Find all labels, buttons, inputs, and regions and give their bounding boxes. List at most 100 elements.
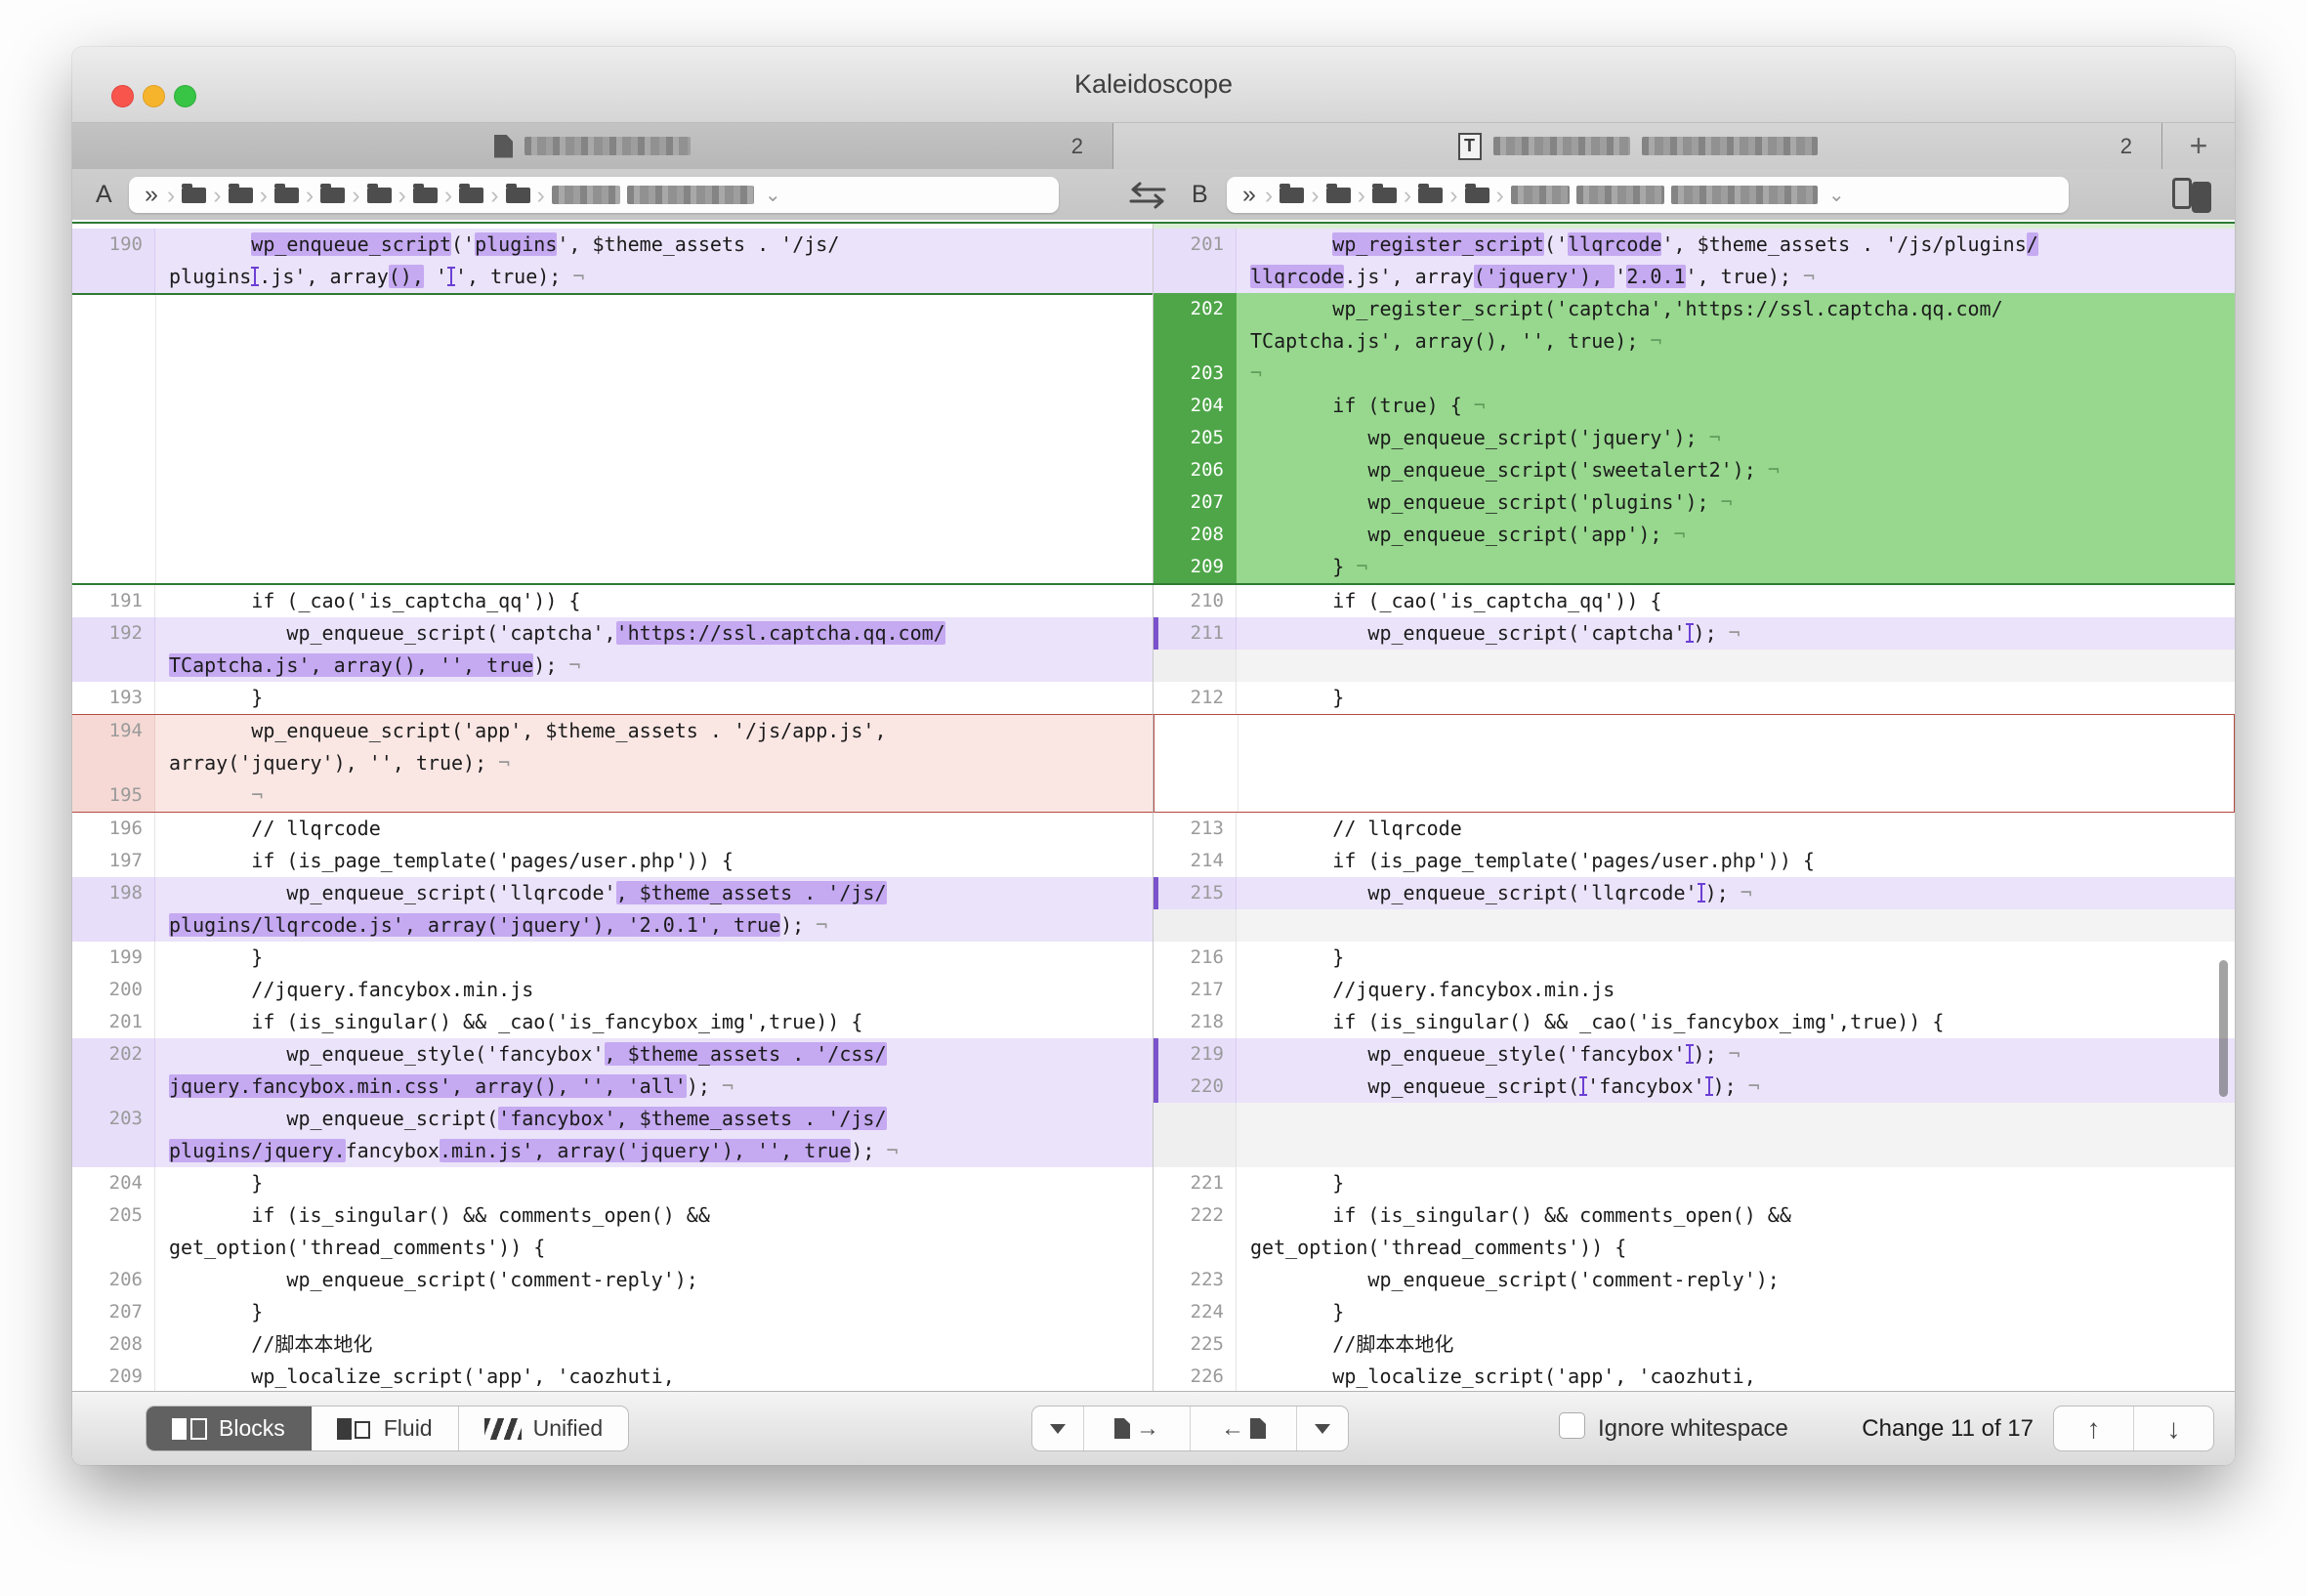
code-text: wp_enqueue_script('fancybox'); ¬ [1237,1071,2235,1103]
diff-block-change[interactable]: 202 wp_enqueue_style('fancybox', $theme_… [72,1038,2235,1167]
code-text: //脚本本地化 [155,1328,1153,1361]
pane-b-cell [1154,714,2235,813]
redacted-path-text [1671,186,1818,204]
pane-a-cell: 190 wp_enqueue_script('plugins', $theme_… [72,224,1154,583]
previous-change-button[interactable]: ↑ [2054,1407,2134,1450]
code-text: // llqrcode [155,813,1153,845]
diff-block-same: 207 }224 } [72,1296,2235,1328]
titlebar[interactable]: Kaleidoscope [72,47,2235,123]
pane-a-cell: 196 // llqrcode [72,813,1154,845]
edit-caret-icon [447,266,455,287]
code-text: if (is_singular() && _cao('is_fancybox_i… [155,1006,1153,1038]
pilcrow-mark: ¬ [1474,394,1486,417]
swap-sides-icon[interactable] [1125,182,1170,209]
breadcrumb-a[interactable]: »›››››››››⌄ [129,177,1059,213]
diff-block-same: 201 if (is_singular() && _cao('is_fancyb… [72,1006,2235,1038]
code-row: 209 wp_localize_script('app', 'caozhuti, [72,1361,1153,1393]
line-number [1154,1232,1237,1264]
code-row: 202 wp_register_script('captcha','https:… [1154,293,2235,325]
diff-block-change[interactable]: 198 wp_enqueue_script('llqrcode', $theme… [72,877,2235,942]
code-text: wp_enqueue_script('plugins'); ¬ [1237,486,2235,519]
edit-caret-icon [1579,1075,1587,1097]
scrollbar-thumb[interactable] [2219,960,2228,1097]
code-row: 224 } [1154,1296,2235,1328]
diff-block-change[interactable]: 192 wp_enqueue_script('captcha','https:/… [72,617,2235,682]
code-row: 216 } [1154,942,2235,974]
diff-block-same: 208 //脚本本地化225 //脚本本地化 [72,1328,2235,1361]
line-number: 202 [72,1038,155,1071]
code-row: 208 wp_enqueue_script('app'); ¬ [1154,519,2235,551]
chevron-right-icon: › [537,181,545,210]
copy-left-options-button[interactable] [1297,1407,1348,1450]
line-number: 208 [1154,519,1237,551]
code-text: wp_enqueue_script('app', $theme_assets .… [155,715,1153,747]
line-number: 209 [1154,551,1237,583]
code-row: 190 wp_enqueue_script('plugins', $theme_… [72,229,1153,261]
pilcrow-mark: ¬ [887,1139,899,1162]
code-row [1154,650,2235,682]
view-mode-fluid[interactable]: Fluid [312,1407,459,1450]
redacted-tab-title [524,137,691,155]
code-text: } [155,942,1153,974]
code-row [1154,909,2235,942]
diff-block-current[interactable]: 190 wp_enqueue_script('plugins', $theme_… [72,222,2235,585]
code-text: plugins/jquery.fancybox.min.js', array('… [155,1135,1153,1167]
window-title: Kaleidoscope [72,47,2235,122]
redacted-path-text [1576,186,1664,204]
pane-a-cell: 197 if (is_page_template('pages/user.php… [72,845,1154,877]
tab-comparison-1[interactable]: 2 [72,123,1113,169]
unified-view-icon [484,1418,522,1440]
chevron-right-icon: › [260,181,268,210]
copy-to-left-button[interactable]: ← [1191,1407,1297,1450]
copy-right-options-button[interactable] [1032,1407,1084,1450]
code-row: 205 wp_enqueue_script('jquery'); ¬ [1154,422,2235,454]
code-row: 218 if (is_singular() && _cao('is_fancyb… [1154,1006,2235,1038]
edit-caret-icon [251,266,259,287]
line-number: 218 [1154,1006,1237,1038]
code-text [1237,1135,2235,1167]
line-number: 203 [1154,357,1237,390]
code-text: llqrcode.js', array('jquery'), '2.0.1', … [1237,261,2235,293]
code-row [1154,1103,2235,1135]
tab-comparison-2[interactable]: T 2 [1113,123,2162,169]
view-mode-control: Blocks Fluid Unified [146,1406,629,1451]
code-text: } [155,682,1153,714]
line-number [72,1232,155,1264]
pane-b-cell: 215 wp_enqueue_script('llqrcode'); ¬ [1154,877,2235,942]
pane-b-label: B [1192,181,1208,209]
line-number [72,909,155,942]
new-comparison-button[interactable]: + [2162,123,2235,169]
view-mode-blocks[interactable]: Blocks [147,1407,312,1450]
breadcrumb-b[interactable]: »››››››⌄ [1227,177,2069,213]
code-row: 201 if (is_singular() && _cao('is_fancyb… [72,1006,1153,1038]
redacted-path-text [1511,186,1570,204]
pane-b-cell: 216 } [1154,942,2235,974]
code-row: get_option('thread_comments')) { [72,1232,1153,1264]
redacted-path-text [552,186,620,204]
code-text: ¬ [155,779,1153,812]
pane-b-cell: 221 } [1154,1167,2235,1199]
text-document-icon: T [1458,133,1482,160]
copy-to-right-button[interactable]: → [1084,1407,1191,1450]
pilcrow-mark: ¬ [1356,555,1367,578]
pilcrow-mark: ¬ [1729,621,1741,645]
diff-block-delete[interactable]: 194 wp_enqueue_script('app', $theme_asse… [72,714,2235,813]
chevron-right-icon: › [1496,181,1504,210]
view-mode-unified[interactable]: Unified [459,1407,629,1450]
code-row: 202 wp_enqueue_style('fancybox', $theme_… [72,1038,1153,1071]
edit-caret-icon [1686,1043,1694,1065]
line-number: 216 [1154,942,1237,974]
folder-icon [320,188,345,203]
code-row: TCaptcha.js', array(), '', true); ¬ [1154,325,2235,357]
ignore-whitespace-checkbox[interactable] [1559,1412,1585,1439]
code-row: 201 wp_register_script('llqrcode', $them… [1154,229,2235,261]
pilcrow-mark: ¬ [498,751,510,775]
line-number: 226 [1154,1361,1237,1393]
folder-icon [1372,188,1397,203]
changes-list-toggle-icon[interactable] [2170,178,2217,213]
next-change-button[interactable]: ↓ [2134,1407,2213,1450]
edit-caret-icon [1705,1075,1713,1097]
code-row: 207 wp_enqueue_script('plugins'); ¬ [1154,486,2235,519]
code-text: wp_localize_script('app', 'caozhuti, [155,1361,1153,1393]
breadcrumb-overflow-icon: » [145,181,158,209]
